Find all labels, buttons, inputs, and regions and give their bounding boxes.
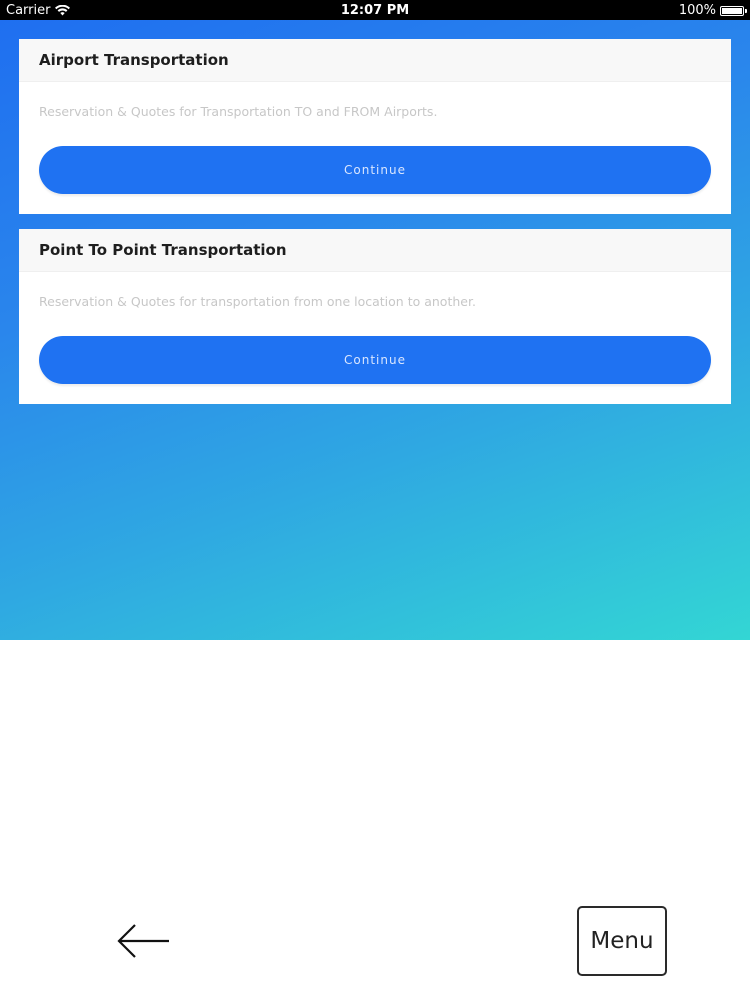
card-description: Reservation & Quotes for transportation … — [39, 294, 476, 309]
airport-transportation-card: Airport Transportation Reservation & Quo… — [19, 39, 731, 214]
battery-percent: 100% — [678, 3, 716, 18]
status-bar: Carrier 12:07 PM 100% — [0, 0, 750, 20]
card-description: Reservation & Quotes for Transportation … — [39, 104, 438, 119]
card-title: Airport Transportation — [19, 39, 731, 82]
continue-button[interactable]: Continue — [39, 146, 711, 194]
battery-group: 100% — [678, 3, 747, 18]
back-button[interactable] — [108, 918, 178, 964]
hero-background: Airport Transportation Reservation & Quo… — [0, 20, 750, 640]
point-to-point-transportation-card: Point To Point Transportation Reservatio… — [19, 229, 731, 404]
clock: 12:07 PM — [340, 3, 410, 18]
menu-button[interactable]: Menu — [577, 906, 667, 976]
card-title: Point To Point Transportation — [19, 229, 731, 272]
continue-button[interactable]: Continue — [39, 336, 711, 384]
battery-icon — [720, 5, 747, 16]
arrow-left-icon — [117, 924, 169, 958]
